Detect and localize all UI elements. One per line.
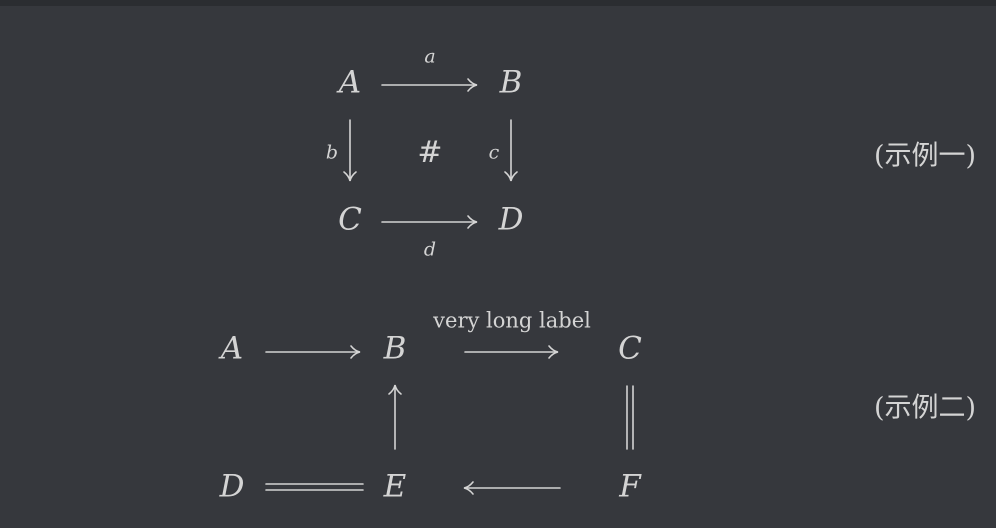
node-e-2: E [383,468,407,505]
label-very-long: very long label [433,308,591,333]
label-d: d [423,238,437,261]
label-a: a [424,45,436,68]
arrow-a-to-c [343,119,357,182]
node-b-2: B [383,330,407,367]
arrow-c-to-d [381,215,478,229]
node-b: B [499,64,523,101]
node-d: D [498,201,524,238]
node-d-2: D [219,468,245,505]
equation-tag-1: (示例一) [873,140,977,172]
commutativity-mark: # [417,135,443,170]
arrow-a-to-b-2 [265,345,361,359]
diagram-arrows [265,78,634,495]
equals-c-f-2 [626,385,634,450]
label-b: b [325,141,339,164]
node-c-2: C [618,330,642,367]
arrow-f-to-e-2 [463,481,561,495]
node-f-2: F [619,468,641,505]
arrow-b-to-c-2 [464,345,559,359]
arrow-e-to-b-2 [388,384,402,450]
equals-d-e-2 [265,483,364,491]
node-a-2: A [220,330,244,367]
node-a: A [338,64,362,101]
node-c: C [338,201,362,238]
equation-tag-2: (示例二) [873,392,977,424]
label-c: c [488,141,500,164]
arrow-b-to-d [504,119,518,182]
arrow-a-to-b [381,78,478,92]
